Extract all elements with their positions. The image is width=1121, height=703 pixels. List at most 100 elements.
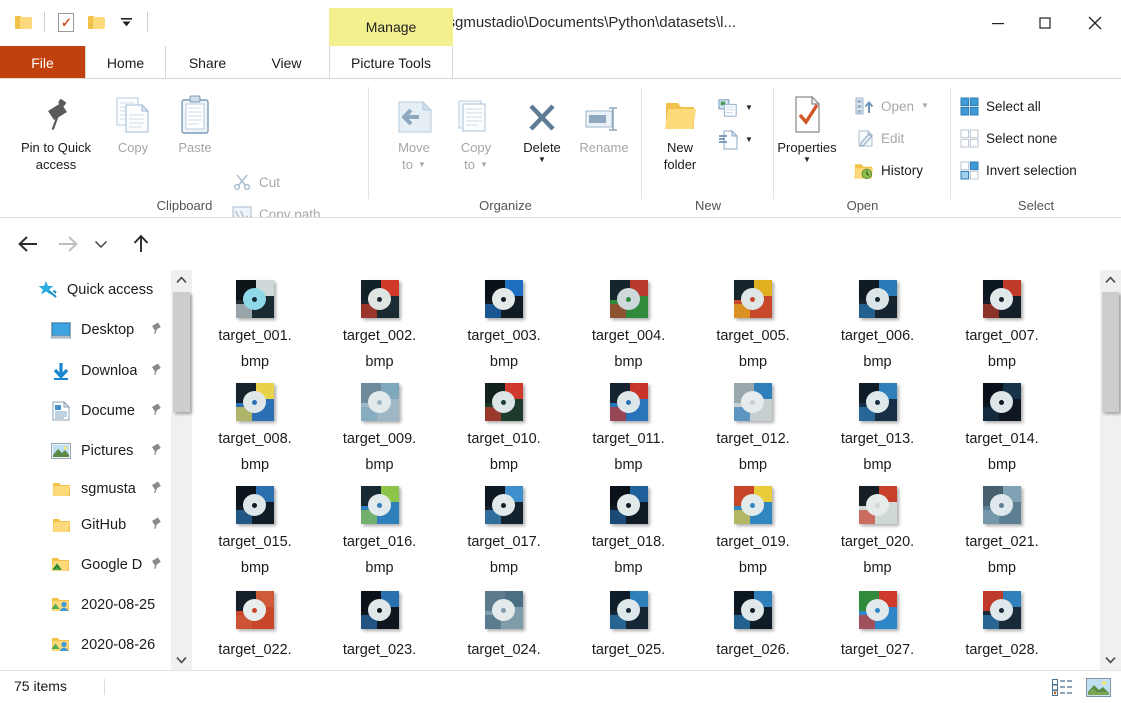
- tab-manage[interactable]: Manage: [329, 8, 453, 46]
- large-icons-view-button[interactable]: [1085, 676, 1111, 698]
- open-caret-icon[interactable]: ▼: [921, 102, 929, 110]
- explorer-icon[interactable]: [8, 7, 38, 37]
- new-folder-icon[interactable]: [81, 7, 111, 37]
- sidebar-item-google-drive[interactable]: Google D: [0, 545, 171, 585]
- main-scroll-down-icon[interactable]: [1100, 650, 1121, 670]
- tab-file[interactable]: File: [0, 46, 85, 79]
- sidebar-item-documents[interactable]: Docume: [0, 391, 171, 431]
- file-item[interactable]: target_017.bmp: [442, 479, 566, 581]
- easy-access-caret-icon[interactable]: ▼: [745, 136, 753, 144]
- customize-dropdown-icon[interactable]: [111, 7, 141, 37]
- file-name: target_020.bmp: [816, 529, 940, 581]
- file-item[interactable]: target_005.bmp: [691, 273, 815, 375]
- file-item[interactable]: target_003.bmp: [442, 273, 566, 375]
- file-item[interactable]: target_016.bmp: [318, 479, 442, 581]
- file-name-line1: target_019.: [691, 529, 815, 555]
- file-item[interactable]: target_018.bmp: [567, 479, 691, 581]
- tab-picture-tools[interactable]: Picture Tools: [329, 46, 453, 79]
- file-thumbnail: [485, 280, 523, 318]
- file-item[interactable]: target_027.: [816, 582, 940, 670]
- recent-locations-button[interactable]: [90, 229, 112, 259]
- sidebar-item-pictures[interactable]: Pictures: [0, 431, 171, 471]
- file-item[interactable]: target_001.bmp: [193, 273, 317, 375]
- file-item[interactable]: target_004.bmp: [567, 273, 691, 375]
- file-item[interactable]: target_014.bmp: [940, 376, 1064, 478]
- pin-icon[interactable]: [149, 442, 163, 460]
- pin-icon[interactable]: [149, 556, 163, 574]
- details-view-button[interactable]: [1049, 676, 1075, 698]
- cut-button[interactable]: Cut: [232, 169, 280, 195]
- properties-button[interactable]: Properties ▼: [762, 91, 852, 164]
- open-button[interactable]: Open ▼: [854, 93, 929, 119]
- nav-scroll-down-icon[interactable]: [171, 650, 192, 670]
- folder-icon: [50, 514, 72, 536]
- file-item[interactable]: target_002.bmp: [318, 273, 442, 375]
- nav-scroll-thumb[interactable]: [173, 292, 190, 412]
- sidebar-item-label: sgmusta: [81, 481, 136, 497]
- edit-button[interactable]: Edit: [854, 125, 904, 151]
- copy-to-caret-icon[interactable]: ▼: [480, 161, 488, 169]
- new-item-caret-icon[interactable]: ▼: [745, 104, 753, 112]
- pin-icon[interactable]: [149, 480, 163, 498]
- main-scroll-up-icon[interactable]: [1100, 270, 1121, 290]
- file-item[interactable]: target_028.: [940, 582, 1064, 670]
- file-item[interactable]: target_013.bmp: [816, 376, 940, 478]
- file-item[interactable]: target_006.bmp: [816, 273, 940, 375]
- sidebar-item-desktop[interactable]: Desktop: [0, 310, 171, 350]
- file-item[interactable]: target_011.bmp: [567, 376, 691, 478]
- delete-caret-icon[interactable]: ▼: [538, 156, 546, 164]
- file-item[interactable]: target_025.: [567, 582, 691, 670]
- navigation-scrollbar[interactable]: [171, 270, 192, 670]
- invert-selection-button[interactable]: Invert selection: [959, 157, 1077, 183]
- tab-view[interactable]: View: [249, 46, 324, 79]
- pin-icon[interactable]: [149, 516, 163, 534]
- file-item[interactable]: target_015.bmp: [193, 479, 317, 581]
- file-name-line2: bmp: [318, 555, 442, 581]
- tab-home[interactable]: Home: [85, 46, 166, 79]
- file-item[interactable]: target_024.: [442, 582, 566, 670]
- file-item[interactable]: target_020.bmp: [816, 479, 940, 581]
- properties-caret-icon[interactable]: ▼: [803, 156, 811, 164]
- easy-access-button[interactable]: ▼: [718, 127, 753, 153]
- sidebar-item-downloads[interactable]: Downloa: [0, 351, 171, 391]
- sidebar-item-quick-access[interactable]: Quick access: [0, 270, 171, 310]
- close-button[interactable]: [1068, 0, 1121, 46]
- file-item[interactable]: target_007.bmp: [940, 273, 1064, 375]
- select-all-button[interactable]: Select all: [959, 93, 1041, 119]
- file-item[interactable]: target_008.bmp: [193, 376, 317, 478]
- back-button[interactable]: [13, 229, 43, 259]
- ribbon-group-organize: Move to ▼ Copy to ▼: [369, 79, 642, 218]
- move-to-caret-icon[interactable]: ▼: [418, 161, 426, 169]
- pin-icon[interactable]: [149, 362, 163, 380]
- file-item[interactable]: target_009.bmp: [318, 376, 442, 478]
- pin-icon[interactable]: [149, 321, 163, 339]
- file-item[interactable]: target_012.bmp: [691, 376, 815, 478]
- file-list-scrollbar[interactable]: [1100, 270, 1121, 670]
- file-item[interactable]: target_023.: [318, 582, 442, 670]
- maximize-button[interactable]: [1021, 0, 1068, 46]
- select-none-button[interactable]: Select none: [959, 125, 1057, 151]
- sidebar-item-github[interactable]: GitHub: [0, 505, 171, 545]
- new-item-button[interactable]: ▼: [718, 95, 753, 121]
- file-item[interactable]: target_019.bmp: [691, 479, 815, 581]
- forward-button[interactable]: [53, 229, 83, 259]
- file-item[interactable]: target_021.bmp: [940, 479, 1064, 581]
- sidebar-item-folder-partial[interactable]: Partial: [0, 658, 171, 670]
- pin-icon[interactable]: [149, 402, 163, 420]
- nav-scroll-up-icon[interactable]: [171, 270, 192, 290]
- file-item[interactable]: target_022.: [193, 582, 317, 670]
- history-button[interactable]: History: [854, 157, 923, 183]
- main-scroll-thumb[interactable]: [1102, 292, 1119, 412]
- sidebar-item-sgmustadio[interactable]: sgmusta: [0, 469, 171, 509]
- sidebar-item-folder-2020-08-25[interactable]: 2020-08-25: [0, 585, 171, 625]
- minimize-button[interactable]: [974, 0, 1021, 46]
- up-button[interactable]: [126, 229, 156, 259]
- new-folder-button[interactable]: New folder: [635, 91, 725, 173]
- file-item[interactable]: target_026.: [691, 582, 815, 670]
- paste-button[interactable]: Paste: [150, 91, 240, 156]
- properties-icon[interactable]: ✓: [51, 7, 81, 37]
- tab-share[interactable]: Share: [166, 46, 249, 79]
- file-item[interactable]: target_010.bmp: [442, 376, 566, 478]
- file-name: target_011.bmp: [567, 426, 691, 478]
- copy-to-icon: [456, 91, 496, 135]
